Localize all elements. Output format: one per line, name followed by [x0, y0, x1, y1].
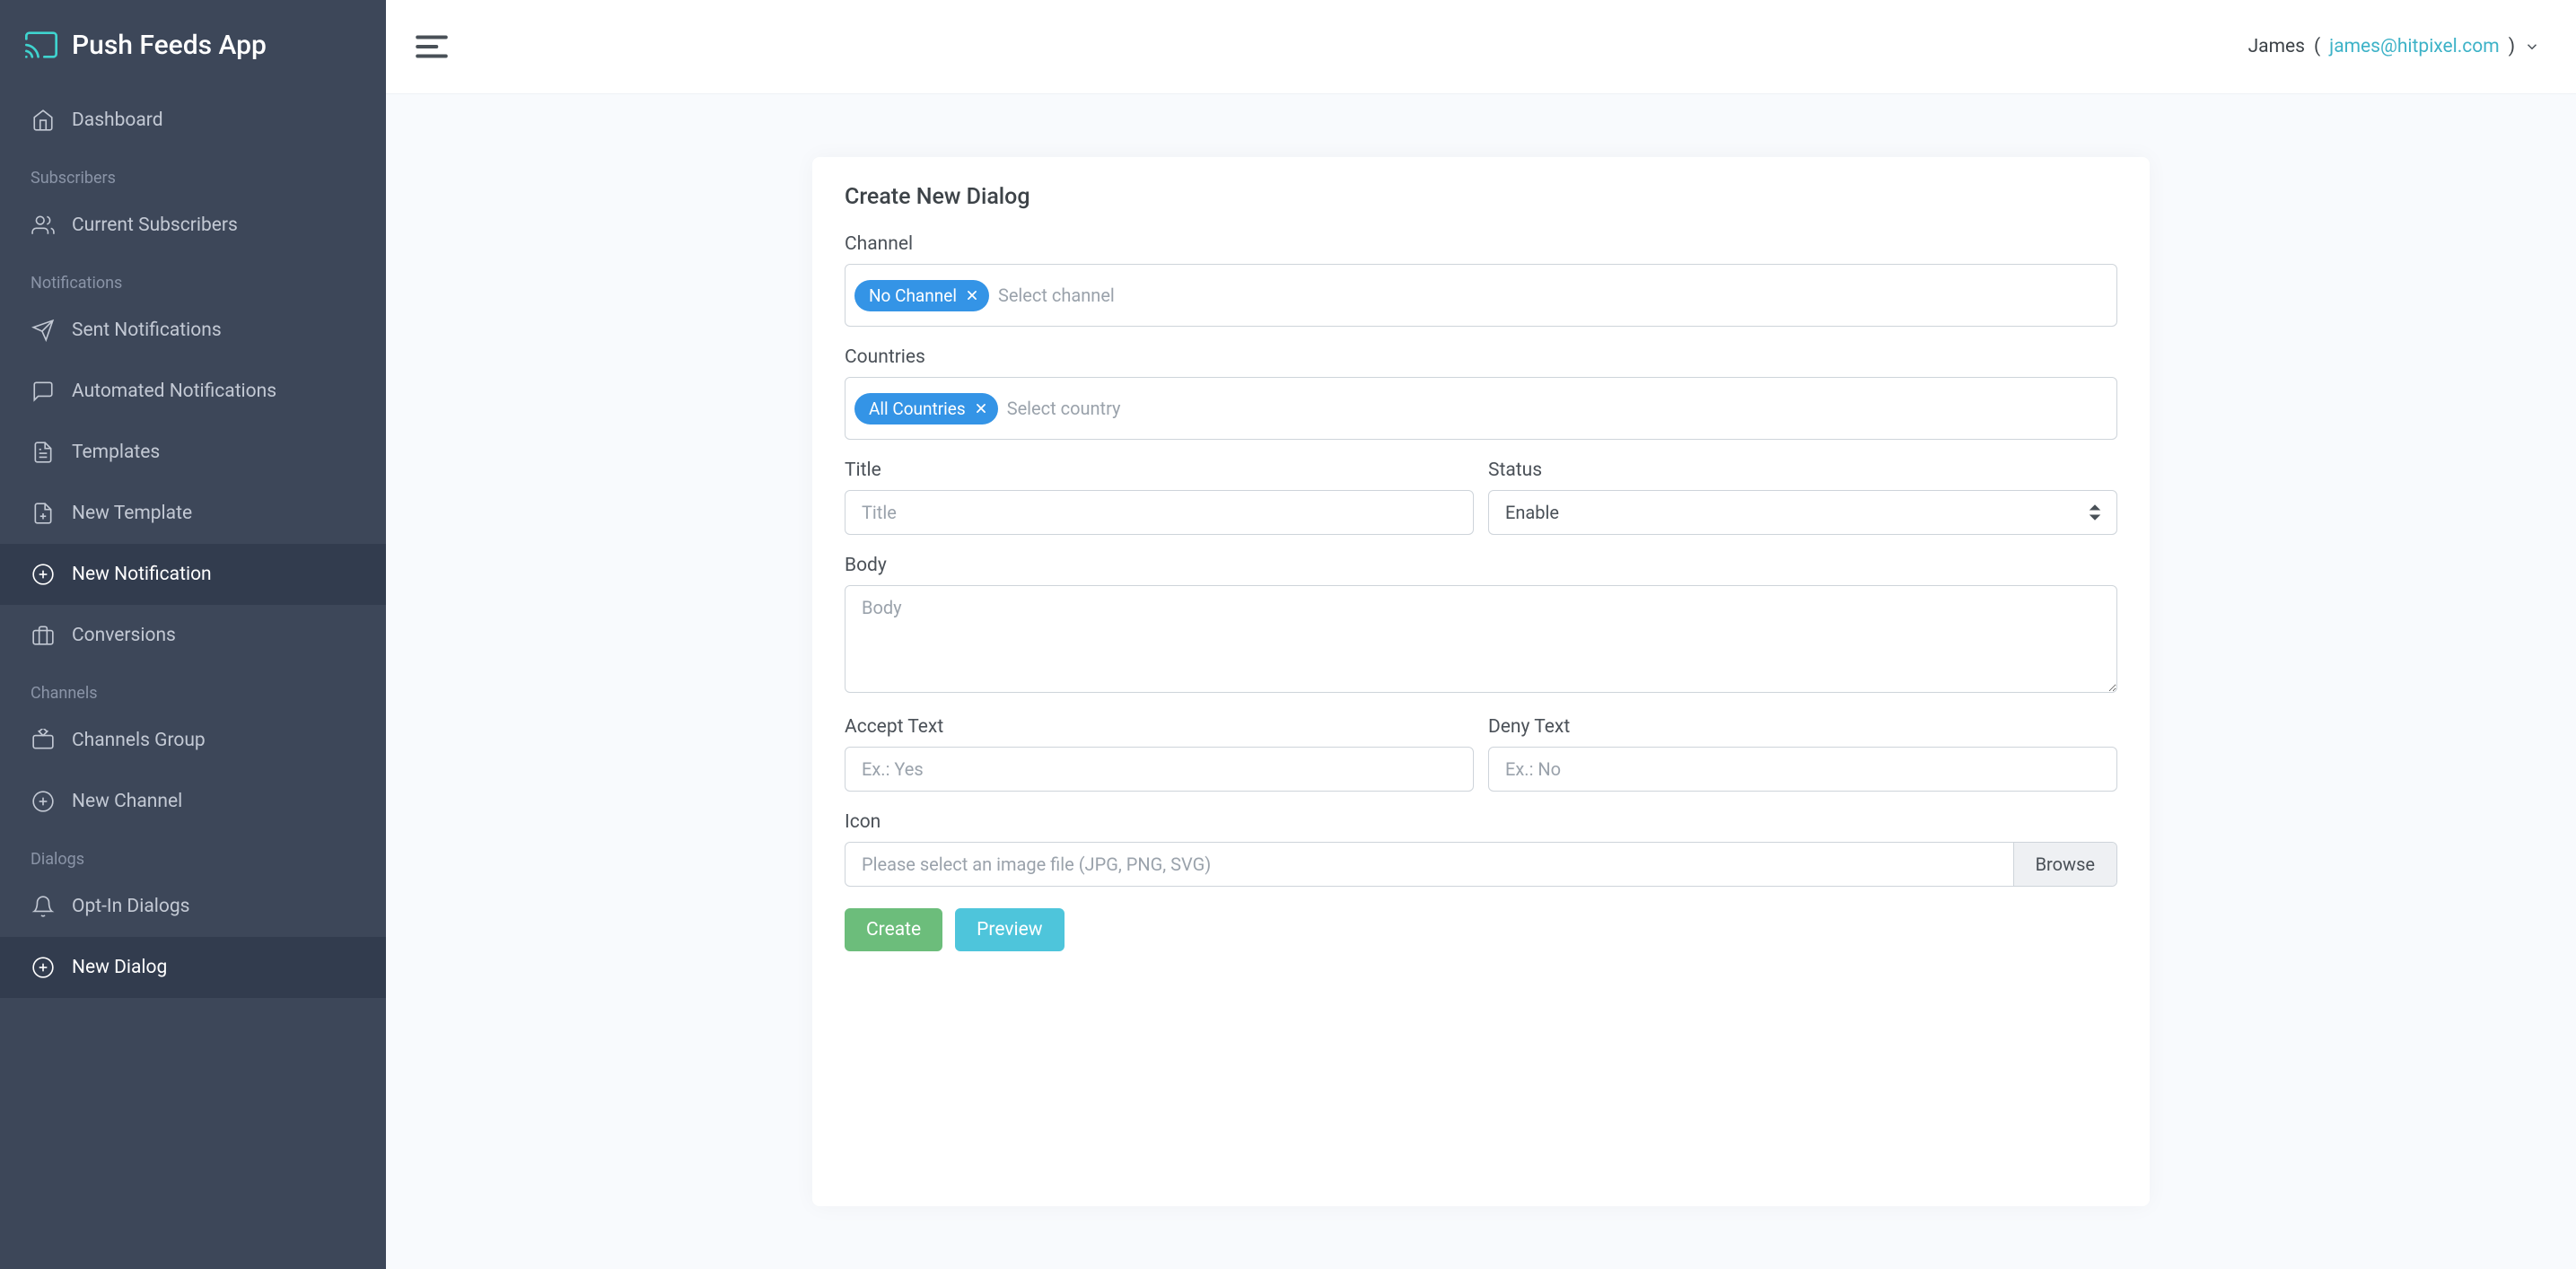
- countries-label: Countries: [845, 346, 2117, 368]
- countries-input[interactable]: [1007, 398, 2107, 419]
- sidebar-section-subscribers: Subscribers: [0, 151, 386, 195]
- status-label: Status: [1488, 459, 2117, 481]
- accept-text-label: Accept Text: [845, 716, 1474, 738]
- status-select[interactable]: Enable: [1488, 490, 2117, 535]
- channel-input[interactable]: [998, 284, 2107, 306]
- home-icon: [31, 108, 56, 133]
- sidebar-section-channels: Channels: [0, 666, 386, 710]
- countries-tag: All Countries: [854, 393, 998, 424]
- tv-icon: [31, 728, 56, 753]
- deny-text-input[interactable]: [1488, 747, 2117, 792]
- sidebar-item-label: Automated Notifications: [72, 381, 276, 402]
- sidebar-section-dialogs: Dialogs: [0, 832, 386, 876]
- browse-button[interactable]: Browse: [2013, 843, 2116, 886]
- deny-text-label: Deny Text: [1488, 716, 2117, 738]
- channel-tag-label: No Channel: [869, 285, 957, 306]
- sidebar-item-current-subscribers[interactable]: Current Subscribers: [0, 195, 386, 256]
- briefcase-icon: [31, 623, 56, 648]
- sidebar-item-new-dialog[interactable]: New Dialog: [0, 937, 386, 998]
- content: Create New Dialog Channel No Channel: [386, 94, 2576, 1269]
- sidebar-item-label: New Notification: [72, 564, 212, 585]
- sidebar-item-label: New Template: [72, 503, 192, 524]
- send-icon: [31, 318, 56, 343]
- sidebar-item-templates[interactable]: Templates: [0, 422, 386, 483]
- sidebar-item-label: Templates: [72, 442, 160, 463]
- card-title: Create New Dialog: [845, 184, 2117, 210]
- sidebar-item-label: Current Subscribers: [72, 214, 238, 236]
- sidebar-item-label: New Dialog: [72, 957, 167, 978]
- icon-label: Icon: [845, 811, 2117, 833]
- user-name: James: [2248, 36, 2305, 57]
- create-dialog-card: Create New Dialog Channel No Channel: [812, 157, 2150, 1206]
- sidebar-item-dashboard[interactable]: Dashboard: [0, 90, 386, 151]
- channel-select[interactable]: No Channel: [845, 264, 2117, 327]
- title-label: Title: [845, 459, 1474, 481]
- icon-file-placeholder: Please select an image file (JPG, PNG, S…: [846, 843, 2013, 886]
- sidebar-item-new-channel[interactable]: New Channel: [0, 771, 386, 832]
- preview-button[interactable]: Preview: [955, 908, 1064, 951]
- main: James ( james@hitpixel.com ) Create New …: [386, 0, 2576, 1269]
- countries-tag-label: All Countries: [869, 398, 966, 419]
- plus-circle-icon: [31, 955, 56, 980]
- sidebar-item-label: Conversions: [72, 625, 176, 646]
- sidebar-item-opt-in-dialogs[interactable]: Opt-In Dialogs: [0, 876, 386, 937]
- icon-file-input[interactable]: Please select an image file (JPG, PNG, S…: [845, 842, 2117, 887]
- topbar: James ( james@hitpixel.com ): [386, 0, 2576, 94]
- sidebar-item-label: New Channel: [72, 791, 182, 812]
- sidebar-item-label: Channels Group: [72, 730, 206, 751]
- sidebar-item-label: Opt-In Dialogs: [72, 896, 189, 917]
- sidebar-item-new-template[interactable]: New Template: [0, 483, 386, 544]
- message-square-icon: [31, 379, 56, 404]
- sidebar-item-label: Sent Notifications: [72, 319, 222, 341]
- sidebar-section-notifications: Notifications: [0, 256, 386, 300]
- remove-tag-button[interactable]: [964, 287, 980, 303]
- countries-select[interactable]: All Countries: [845, 377, 2117, 440]
- file-plus-icon: [31, 501, 56, 526]
- sidebar-item-sent-notifications[interactable]: Sent Notifications: [0, 300, 386, 361]
- sidebar: Push Feeds App Dashboard Subscribers Cur…: [0, 0, 386, 1269]
- users-icon: [31, 213, 56, 238]
- cast-icon: [23, 27, 59, 63]
- brand-text: Push Feeds App: [72, 30, 267, 61]
- body-textarea[interactable]: [845, 585, 2117, 693]
- plus-circle-icon: [31, 789, 56, 814]
- body-label: Body: [845, 555, 2117, 576]
- sidebar-item-new-notification[interactable]: New Notification: [0, 544, 386, 605]
- channel-label: Channel: [845, 233, 2117, 255]
- create-button[interactable]: Create: [845, 908, 942, 951]
- menu-toggle-button[interactable]: [413, 28, 451, 66]
- sidebar-item-conversions[interactable]: Conversions: [0, 605, 386, 666]
- sidebar-item-label: Dashboard: [72, 109, 163, 131]
- channel-tag: No Channel: [854, 280, 989, 311]
- title-input[interactable]: [845, 490, 1474, 535]
- chevron-down-icon: [2524, 39, 2540, 55]
- file-text-icon: [31, 440, 56, 465]
- user-email: james@hitpixel.com: [2329, 36, 2500, 57]
- sidebar-item-channels-group[interactable]: Channels Group: [0, 710, 386, 771]
- sidebar-item-automated-notifications[interactable]: Automated Notifications: [0, 361, 386, 422]
- plus-circle-icon: [31, 562, 56, 587]
- user-menu[interactable]: James ( james@hitpixel.com ): [2248, 36, 2540, 57]
- bell-icon: [31, 894, 56, 919]
- accept-text-input[interactable]: [845, 747, 1474, 792]
- brand[interactable]: Push Feeds App: [0, 0, 386, 90]
- remove-tag-button[interactable]: [973, 400, 989, 416]
